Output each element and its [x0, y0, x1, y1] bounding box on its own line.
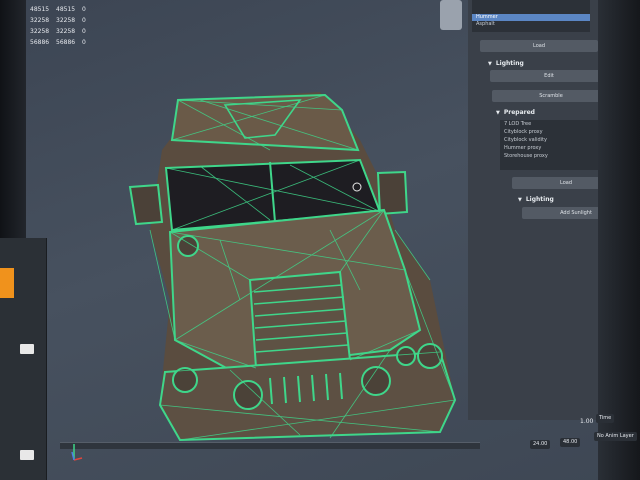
stat-value: 0 — [82, 28, 86, 35]
collapse-triangle-icon: ▼ — [488, 61, 492, 67]
scramble-button[interactable]: Scramble — [492, 90, 610, 102]
stat-value: 56886 — [56, 39, 76, 46]
dock-button-1[interactable] — [20, 344, 34, 354]
left-mirror — [128, 183, 164, 226]
list-item[interactable] — [472, 0, 590, 7]
stat-value: 32258 — [30, 17, 50, 24]
section-title: Prepared — [503, 109, 535, 116]
right-mirror — [376, 170, 409, 216]
edit-button[interactable]: Edit — [490, 70, 608, 82]
frame-end-field[interactable]: 48.00 — [560, 438, 581, 447]
list-item[interactable]: Hummer proxy — [500, 144, 612, 152]
current-frame: 1.00 — [580, 418, 594, 425]
load-button-top[interactable]: Load — [480, 40, 598, 52]
stat-value: 32258 — [56, 28, 76, 35]
roof-panel — [170, 93, 360, 152]
anim-layer-field[interactable]: No Anim Layer — [594, 432, 637, 441]
stats-row: 32258 32258 0 — [30, 15, 108, 26]
list-item[interactable]: 7 LOD Tree — [500, 120, 612, 128]
stat-value: 56886 — [30, 39, 50, 46]
list-item[interactable]: Storehouse proxy — [500, 152, 612, 160]
prepared-list[interactable]: 7 LOD Tree Cityblock proxy Cityblock val… — [500, 120, 612, 170]
lighting-section-header[interactable]: ▼ Lighting — [488, 60, 524, 67]
stat-value: 0 — [82, 17, 86, 24]
selection-list[interactable]: Hummer Asphalt — [472, 0, 590, 32]
time-mode-field[interactable]: Time — [596, 414, 615, 423]
frame-start-field[interactable]: 24.00 — [530, 440, 551, 449]
list-item[interactable] — [472, 7, 590, 14]
list-item-selected[interactable]: Hummer — [472, 14, 590, 21]
stat-value: 48515 — [30, 6, 50, 13]
stat-value: 0 — [82, 39, 86, 46]
left-headlight — [233, 380, 263, 410]
list-item[interactable]: Cityblock validity — [500, 136, 612, 144]
prepared-section-header[interactable]: ▼ Prepared — [496, 109, 535, 116]
grill — [248, 270, 352, 370]
stat-value: 32258 — [30, 28, 50, 35]
dock-button-2[interactable] — [20, 450, 34, 460]
viewport-corner-button[interactable] — [440, 0, 462, 30]
poly-stats-overlay: 48515 48515 0 32258 32258 0 32258 32258 0 5688… — [30, 4, 108, 48]
axis-gizmo-icon — [71, 444, 83, 461]
monitor-bezel-right — [598, 0, 640, 480]
list-item[interactable]: Asphalt — [472, 21, 590, 28]
stats-row: 32258 32258 0 — [30, 26, 108, 37]
timeline-scrubber[interactable] — [60, 442, 480, 449]
stat-value: 32258 — [56, 17, 76, 24]
collapse-triangle-icon: ▼ — [518, 197, 522, 203]
section-title: Lighting — [495, 60, 524, 67]
list-item[interactable]: Cityblock proxy — [500, 128, 612, 136]
stats-row: 48515 48515 0 — [30, 4, 108, 15]
orange-tool-strip[interactable] — [0, 268, 14, 298]
stats-row: 56886 56886 0 — [30, 37, 108, 48]
collapse-triangle-icon: ▼ — [496, 110, 500, 116]
stat-value: 0 — [82, 6, 86, 13]
section-title: Lighting — [525, 196, 554, 203]
stat-value: 48515 — [56, 6, 76, 13]
lighting-section-header-2[interactable]: ▼ Lighting — [518, 196, 554, 203]
